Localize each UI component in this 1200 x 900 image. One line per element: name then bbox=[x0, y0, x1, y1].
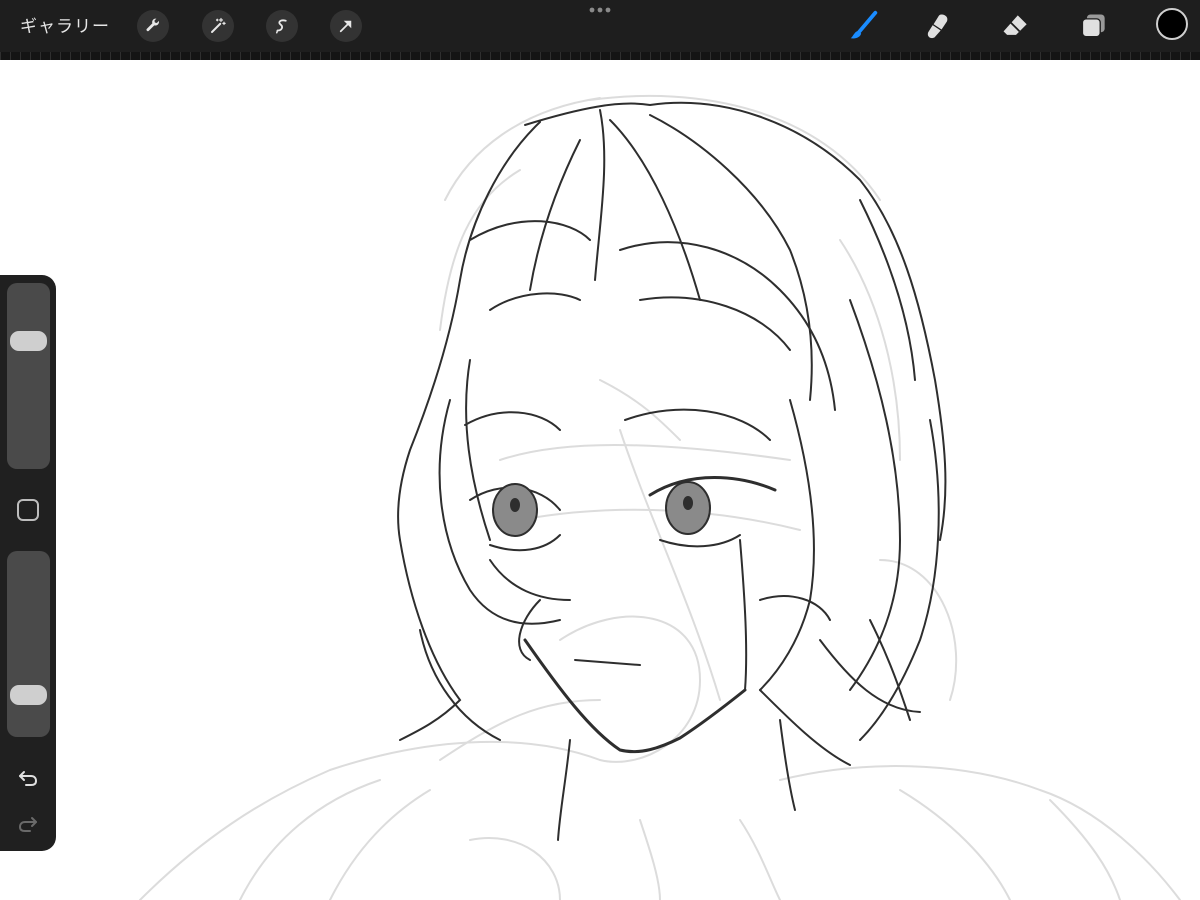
layers-button[interactable] bbox=[1076, 8, 1112, 44]
brush-size-slider[interactable] bbox=[7, 283, 50, 469]
brush-size-thumb[interactable] bbox=[10, 331, 47, 352]
modifier-square-icon[interactable] bbox=[17, 499, 39, 521]
eraser-tool-button[interactable] bbox=[998, 8, 1034, 44]
transform-button[interactable] bbox=[330, 10, 362, 42]
smudge-tool-button[interactable] bbox=[920, 8, 956, 44]
transform-arrow-icon bbox=[339, 20, 352, 33]
undo-button[interactable] bbox=[12, 761, 44, 793]
smudge-icon bbox=[927, 14, 948, 39]
top-toolbar: ギャラリー bbox=[0, 0, 1200, 52]
wrench-icon bbox=[146, 18, 160, 32]
eraser-icon bbox=[1003, 15, 1027, 35]
color-picker-button[interactable] bbox=[1156, 8, 1188, 40]
undo-icon bbox=[19, 771, 38, 786]
left-sidebar bbox=[0, 275, 56, 851]
actions-button[interactable] bbox=[137, 10, 169, 42]
brush-tool-button[interactable] bbox=[846, 8, 882, 44]
selection-icon bbox=[276, 19, 287, 34]
opacity-slider[interactable] bbox=[7, 551, 50, 737]
selection-button[interactable] bbox=[266, 10, 298, 42]
adjustments-button[interactable] bbox=[202, 10, 234, 42]
more-options-icon[interactable] bbox=[589, 5, 611, 15]
toolbar-edge bbox=[0, 52, 1200, 60]
redo-icon bbox=[18, 817, 37, 832]
drawing-canvas[interactable] bbox=[0, 60, 1200, 900]
line-art bbox=[397, 101, 947, 841]
magic-wand-icon bbox=[211, 17, 226, 33]
layers-icon bbox=[1081, 14, 1105, 38]
eyes bbox=[492, 481, 711, 537]
redo-button[interactable] bbox=[12, 807, 44, 839]
brush-icon bbox=[850, 10, 878, 39]
gallery-button[interactable]: ギャラリー bbox=[20, 12, 110, 37]
opacity-thumb[interactable] bbox=[10, 684, 47, 705]
construction-sketch bbox=[139, 94, 1181, 900]
